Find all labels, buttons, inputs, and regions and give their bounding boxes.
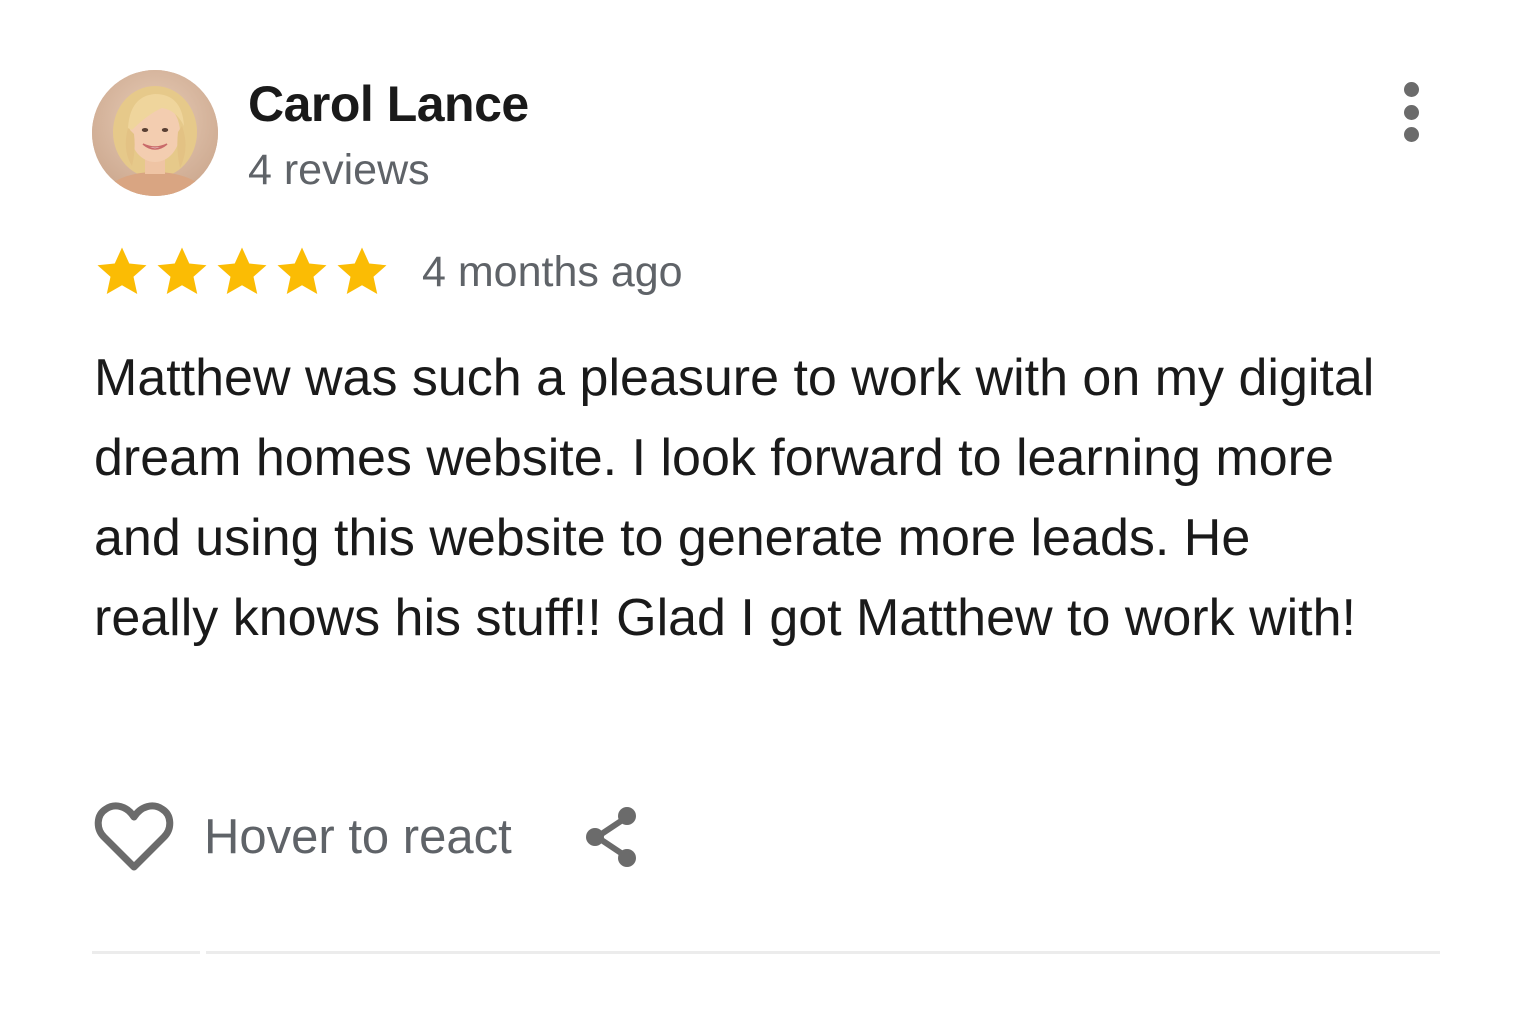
more-vert-icon-dot	[1403, 104, 1419, 120]
star-icon	[97, 247, 147, 294]
review-date: 4 months ago	[422, 248, 683, 296]
divider-gap	[200, 949, 206, 956]
star-icon	[157, 247, 207, 294]
star-icon	[217, 247, 267, 294]
author-name[interactable]: Carol Lance	[248, 72, 529, 136]
author-review-count[interactable]: 4 reviews	[248, 142, 430, 198]
star-icon	[337, 247, 387, 294]
review-card: Carol Lance 4 reviews 4 months ago Matth…	[0, 0, 1536, 1024]
review-actions: Hover to react	[94, 796, 642, 878]
more-options-button[interactable]	[1386, 76, 1436, 148]
star-icon	[277, 247, 327, 294]
heart-icon[interactable]	[94, 801, 174, 873]
rating-row: 4 months ago	[92, 240, 683, 304]
avatar-photo	[92, 70, 218, 196]
star-rating	[92, 242, 392, 302]
author-avatar[interactable]	[92, 70, 218, 196]
share-icon[interactable]	[582, 805, 642, 869]
review-text: Matthew was such a pleasure to work with…	[94, 349, 1375, 647]
react-label[interactable]: Hover to react	[204, 809, 512, 865]
more-vert-icon-dot	[1403, 127, 1419, 142]
more-vert-icon	[1403, 82, 1419, 97]
review-divider	[92, 951, 1440, 954]
